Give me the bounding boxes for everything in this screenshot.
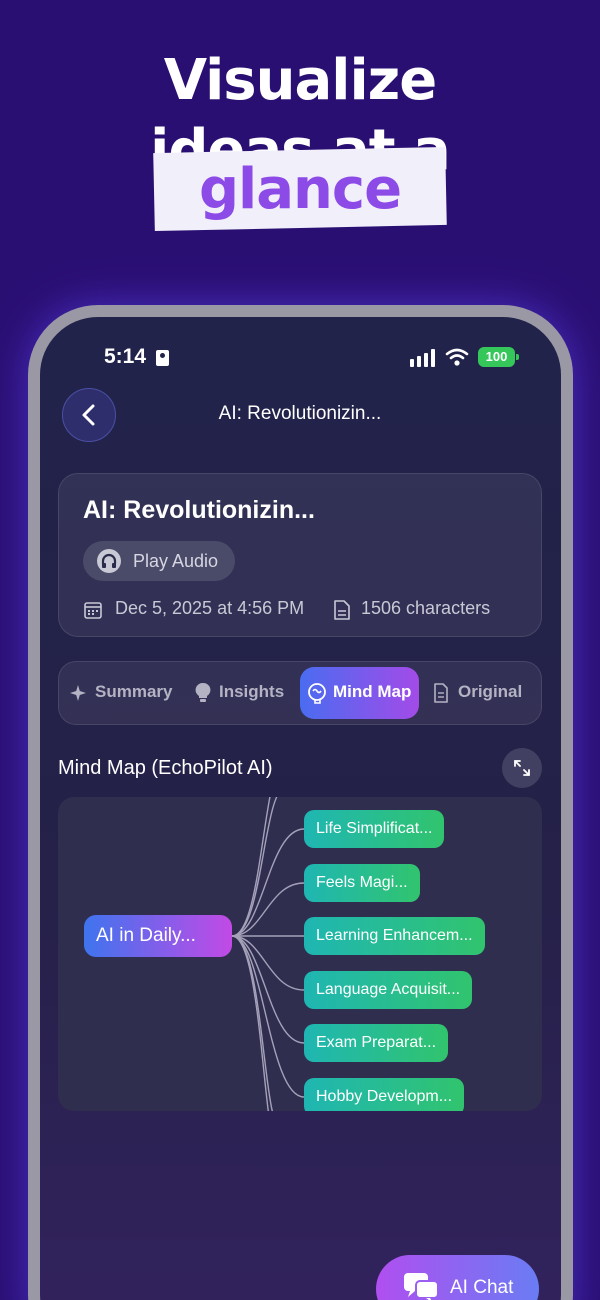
mind-map-root-node[interactable]: AI in Daily... xyxy=(84,915,232,957)
hero-highlight-word: glance xyxy=(198,157,402,222)
phone-frame: 5:14 100 AI: Revolutionizin... AI: Revol… xyxy=(28,305,573,1300)
mind-map-child-node[interactable]: Feels Magi... xyxy=(304,864,420,902)
document-icon xyxy=(334,600,350,620)
signal-icon xyxy=(410,349,435,367)
meta-row: Dec 5, 2025 at 4:56 PM 1506 characters xyxy=(83,598,523,622)
tab-insights-label: Insights xyxy=(219,682,285,701)
tab-mind-map[interactable]: Mind Map xyxy=(300,667,419,719)
tab-mind-map-label: Mind Map xyxy=(333,682,412,701)
headphones-icon xyxy=(97,549,121,573)
back-button[interactable] xyxy=(62,388,116,442)
status-bar: 5:14 100 xyxy=(40,345,561,375)
nav-title: AI: Revolutionizin... xyxy=(218,403,382,424)
id-card-icon xyxy=(156,350,169,366)
mind-map-canvas[interactable]: AI in Daily... Life Simplificat... Feels… xyxy=(58,797,542,1111)
character-count: 1506 characters xyxy=(361,598,491,618)
tab-original[interactable]: Original xyxy=(425,667,537,719)
mind-map-child-node[interactable]: Life Simplificat... xyxy=(304,810,445,848)
sparkle-icon xyxy=(70,685,86,701)
hero-line-1: Visualize xyxy=(163,48,438,113)
mind-map-title: Mind Map (EchoPilot AI) xyxy=(58,757,273,779)
expand-arrows-icon xyxy=(514,760,530,776)
calendar-icon xyxy=(84,602,102,619)
card-title: AI: Revolutionizin... xyxy=(83,496,315,524)
ai-chat-button[interactable]: AI Chat xyxy=(376,1255,539,1300)
chat-bubbles-icon xyxy=(404,1273,439,1300)
recording-date: Dec 5, 2025 at 4:56 PM xyxy=(115,598,305,618)
battery-icon: 100 xyxy=(478,347,515,367)
tab-insights[interactable]: Insights xyxy=(185,667,295,719)
chevron-left-icon xyxy=(82,404,95,426)
mind-map-child-node[interactable]: Learning Enhancem... xyxy=(304,917,485,955)
recording-info-card: AI: Revolutionizin... Play Audio Dec 5, … xyxy=(58,473,542,637)
ai-chat-label: AI Chat xyxy=(450,1277,514,1298)
mind-map-child-node[interactable]: Hobby Developm... xyxy=(304,1078,465,1111)
view-tabs: Summary Insights Mind Map Original xyxy=(58,661,542,725)
play-audio-button[interactable]: Play Audio xyxy=(83,541,235,581)
brain-icon xyxy=(308,683,326,704)
expand-button[interactable] xyxy=(502,748,542,788)
tab-summary[interactable]: Summary xyxy=(65,667,179,719)
tab-original-label: Original xyxy=(458,682,523,701)
tab-summary-label: Summary xyxy=(95,682,173,701)
mind-map-child-node[interactable]: Language Acquisit... xyxy=(304,971,473,1009)
lightbulb-icon xyxy=(195,682,211,702)
phone-screen: 5:14 100 AI: Revolutionizin... AI: Revol… xyxy=(40,317,561,1300)
play-audio-label: Play Audio xyxy=(133,551,219,571)
wifi-icon xyxy=(445,348,469,366)
battery-nub xyxy=(516,354,519,360)
document-icon xyxy=(434,683,448,703)
status-time: 5:14 xyxy=(104,345,147,368)
mind-map-child-node[interactable]: Exam Preparat... xyxy=(304,1024,449,1062)
